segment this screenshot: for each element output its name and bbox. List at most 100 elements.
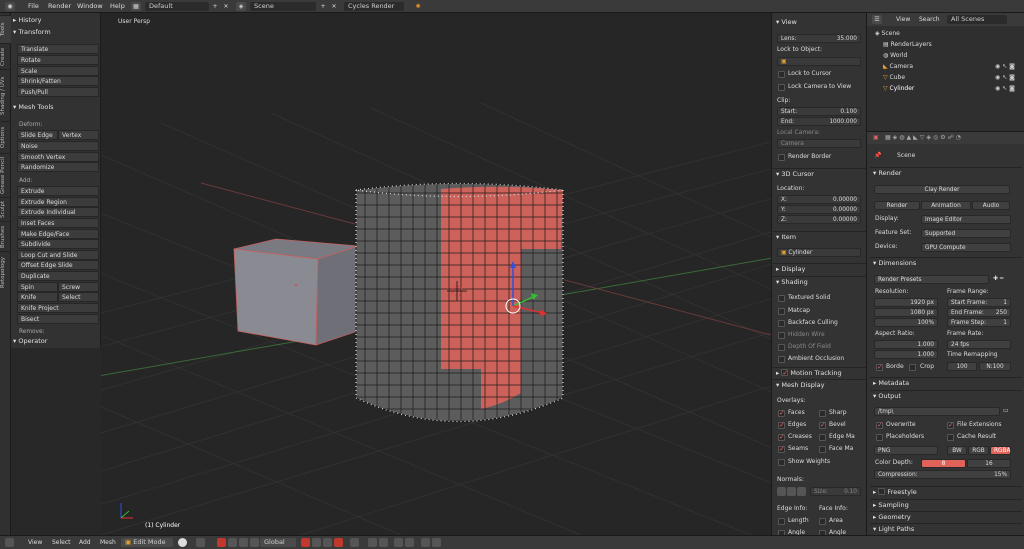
bisect-button[interactable]: Bisect	[17, 314, 99, 324]
menu-file[interactable]: File	[28, 2, 39, 11]
faces-checkbox[interactable]	[778, 409, 785, 417]
compression-slider[interactable]: Compression: 15%	[874, 470, 1011, 479]
render-engine-select[interactable]: Cycles Render	[344, 2, 404, 11]
crop-checkbox[interactable]	[909, 364, 916, 371]
translate-manipulator-icon[interactable]	[228, 538, 237, 547]
snap-element-icon[interactable]	[379, 538, 388, 547]
visibility-eye-icon[interactable]: ◉ ↖ ◙	[995, 73, 1015, 83]
screw-button[interactable]: Screw	[58, 282, 99, 292]
push-pull-button[interactable]: Push/Pull	[17, 87, 99, 97]
tab-tools[interactable]: Tools	[0, 15, 11, 43]
placeholders-checkbox[interactable]	[876, 434, 883, 441]
add-layout-icon[interactable]: +	[210, 2, 220, 11]
motion-tracking-panel-header[interactable]: ▸ Motion Tracking	[773, 367, 866, 379]
vertex-slide-button[interactable]: Vertex	[58, 130, 99, 140]
menu-view[interactable]: View	[28, 538, 42, 547]
cursor-z-field[interactable]: Z: 0.00000	[777, 215, 861, 224]
outliner-item-world[interactable]: ◍ World	[883, 51, 907, 61]
creases-checkbox[interactable]	[778, 433, 785, 441]
mesh-tools-panel-header[interactable]: ▾ Mesh Tools	[13, 102, 54, 112]
edge-select-icon[interactable]	[312, 538, 321, 547]
add-preset-icon[interactable]: ✚ ━	[993, 274, 1004, 284]
clip-start-field[interactable]: Start: 0.100	[777, 107, 861, 116]
outliner-view-menu[interactable]: View	[896, 15, 910, 25]
frame-rate-select[interactable]: 24 fps	[947, 340, 1011, 349]
depth-of-field-checkbox[interactable]	[778, 344, 785, 351]
make-edge-face-button[interactable]: Make Edge/Face	[17, 229, 99, 239]
backface-checkbox[interactable]	[778, 320, 785, 327]
menu-select[interactable]: Select	[52, 538, 71, 547]
extrude-individual-button[interactable]: Extrude Individual	[17, 207, 99, 217]
menu-help[interactable]: Help	[110, 2, 125, 11]
clip-end-field[interactable]: End: 1000.000	[777, 117, 861, 126]
area-checkbox[interactable]	[819, 518, 826, 525]
3d-viewport[interactable]	[101, 13, 771, 535]
cursor-x-field[interactable]: X: 0.00000	[777, 195, 861, 204]
shrink-fatten-button[interactable]: Shrink/Fatten	[17, 76, 99, 86]
display-panel-header[interactable]: ▸ Display	[773, 263, 866, 274]
frame-step-field[interactable]: Frame Step: 1	[947, 318, 1011, 327]
sampling-panel-header[interactable]: ▸ Sampling	[870, 499, 1022, 510]
device-select[interactable]: GPU Compute	[921, 243, 1011, 252]
lock-camera-checkbox[interactable]	[778, 84, 785, 91]
display-select[interactable]: Image Editor	[921, 215, 1011, 224]
lock-object-field[interactable]: ▣	[777, 57, 861, 66]
item-name-field[interactable]: ▣ Cylinder	[777, 248, 861, 257]
render-preview-icon[interactable]	[394, 538, 403, 547]
output-path-field[interactable]: /tmp\	[874, 407, 1000, 416]
limit-selection-icon[interactable]	[334, 538, 343, 547]
editor-type-icon[interactable]: ◉	[5, 2, 15, 11]
hidden-wire-checkbox[interactable]	[778, 332, 785, 339]
tab-brushes[interactable]: Brushes	[0, 221, 11, 251]
layer-buttons-icon[interactable]	[432, 538, 441, 547]
resolution-x-field[interactable]: 1920 px	[874, 298, 938, 307]
aspect-y-field[interactable]: 1.000	[874, 350, 938, 359]
split-normals-icon[interactable]	[787, 487, 796, 496]
tab-create[interactable]: Create	[0, 43, 11, 69]
slide-edge-button[interactable]: Slide Edge	[17, 130, 58, 140]
inset-faces-button[interactable]: Inset Faces	[17, 218, 99, 228]
outliner-search-menu[interactable]: Search	[919, 15, 940, 25]
rgba-button[interactable]: RGBA	[990, 446, 1011, 455]
color-depth-16-button[interactable]: 16	[967, 459, 1011, 468]
tab-shading-uvs[interactable]: Shading / UVs	[0, 69, 11, 121]
freestyle-checkbox[interactable]	[878, 488, 886, 495]
vertex-select-icon[interactable]	[301, 538, 310, 547]
smooth-vertex-button[interactable]: Smooth Vertex	[17, 152, 99, 162]
subdivide-button[interactable]: Subdivide	[17, 239, 99, 249]
seams-checkbox[interactable]	[778, 445, 785, 453]
spin-button[interactable]: Spin	[17, 282, 58, 292]
overwrite-checkbox[interactable]	[876, 421, 883, 429]
matcap-checkbox[interactable]	[778, 308, 785, 315]
visibility-eye-icon[interactable]: ◉ ↖ ◙	[995, 84, 1015, 94]
sharp-checkbox[interactable]	[819, 410, 826, 417]
pin-icon[interactable]: 📌	[874, 151, 881, 161]
outliner-item-scene[interactable]: ◈ Scene	[875, 29, 900, 39]
properties-context-tabs[interactable]: ▦◈◍▲◣▽◈◎⚙☍◔	[885, 133, 963, 143]
duplicate-button[interactable]: Duplicate	[17, 271, 99, 281]
folder-icon[interactable]: ▭	[1003, 406, 1009, 416]
item-panel-header[interactable]: ▾ Item	[773, 231, 866, 242]
scene-field[interactable]: Scene	[250, 2, 316, 11]
geometry-panel-header[interactable]: ▸ Geometry	[870, 511, 1022, 522]
file-extensions-checkbox[interactable]	[947, 421, 954, 429]
screen-layout-field[interactable]: Default	[145, 2, 209, 11]
operator-panel-header[interactable]: ▾ Operator	[13, 336, 47, 346]
outliner-item-cylinder[interactable]: ▽ Cylinder	[883, 84, 914, 94]
freestyle-panel-header[interactable]: ▸ Freestyle	[870, 486, 1022, 497]
motion-tracking-checkbox[interactable]	[781, 368, 789, 379]
render-context-icon[interactable]: ▣	[873, 133, 880, 143]
menu-add[interactable]: Add	[79, 538, 91, 547]
color-depth-8-button[interactable]: 8	[921, 459, 966, 468]
render-presets-select[interactable]: Render Presets	[874, 275, 989, 284]
bevel-checkbox[interactable]	[819, 421, 826, 429]
mode-select[interactable]: ▣ Edit Mode	[121, 538, 173, 547]
pivot-point-icon[interactable]	[196, 538, 205, 547]
outliner-item-camera[interactable]: ◣ Camera	[883, 62, 913, 72]
face-marks-checkbox[interactable]	[819, 446, 826, 453]
outliner-item-renderlayers[interactable]: ▤ RenderLayers	[883, 40, 932, 50]
tab-grease-pencil[interactable]: Grease Pencil	[0, 153, 11, 197]
shading-panel-header[interactable]: ▾ Shading	[773, 276, 866, 287]
remove-layout-icon[interactable]: ✕	[221, 2, 231, 11]
layout-grid-icon[interactable]: ▦	[131, 2, 141, 11]
